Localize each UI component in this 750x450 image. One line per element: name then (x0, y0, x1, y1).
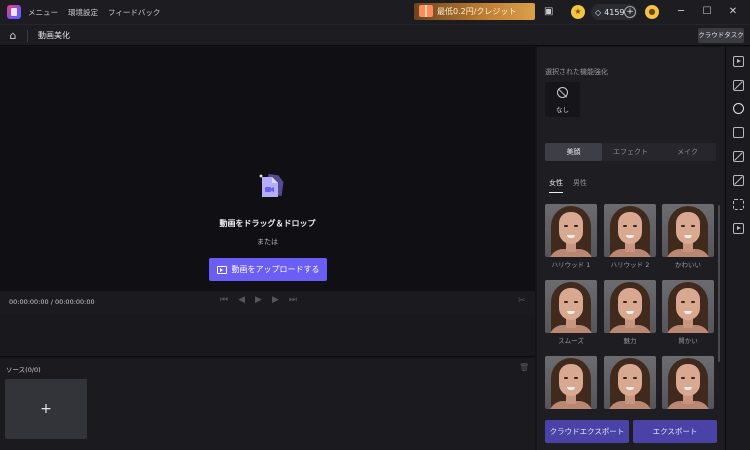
step-forward-icon[interactable]: ▶ (272, 295, 279, 305)
preset-label: ハリウッド 2 (610, 261, 650, 269)
video-drop-zone[interactable]: 動画をドラッグ＆ドロップ または 動画をアップロードする (0, 47, 535, 291)
preset-label: かわいい (675, 261, 701, 269)
diamond-icon: ◇ (595, 7, 602, 17)
title-bar: メニュー 環境設定 フィードバック 最低0.2円/クレジット ▣ ★ ◇ 415… (0, 0, 750, 24)
feature-tabs: 美顔 エフェクト メイク (545, 143, 716, 161)
promo-banner[interactable]: 最低0.2円/クレジット (414, 3, 535, 20)
layout-tool-icon[interactable] (733, 127, 744, 138)
menu-item-preferences[interactable]: 環境設定 (68, 7, 98, 18)
drop-title: 動画をドラッグ＆ドロップ (219, 219, 316, 228)
preset-thumbnail (662, 356, 714, 409)
preset-label: 魅力 (623, 337, 637, 345)
skip-forward-icon[interactable]: ⏭ (289, 295, 297, 305)
preset-thumbnail (604, 356, 656, 409)
menu-item-feedback[interactable]: フィードバック (108, 7, 160, 18)
select-tool-icon[interactable] (733, 199, 744, 210)
coin-icon[interactable]: ★ (571, 5, 585, 19)
source-panel: ソース(0/0) 🗑 + (0, 358, 535, 450)
sub-header: ⌂ 動画美化 クラウドタスク (0, 24, 750, 46)
step-back-icon[interactable]: ◀ (238, 295, 245, 305)
playback-bar: 00:00:00:00 / 00:00:00:00 ⏮ ◀ ▶ ▶ ⏭ ✂ (0, 291, 535, 313)
preset-thumbnail (604, 280, 656, 333)
edit-tool-icon[interactable] (733, 80, 744, 91)
preset-card[interactable] (662, 356, 714, 409)
beauty-tool-icon[interactable] (733, 103, 744, 114)
tab-makeup[interactable]: メイク (659, 143, 716, 161)
play-icon[interactable]: ▶ (255, 295, 262, 305)
preset-card[interactable]: かわいい (662, 204, 714, 273)
preset-label: ハリウッド 1 (551, 261, 591, 269)
playback-tool-icon[interactable] (733, 223, 744, 234)
gift-icon (419, 5, 433, 17)
add-source-button[interactable]: + (5, 379, 87, 439)
home-icon[interactable]: ⌂ (6, 29, 20, 43)
transport-controls: ⏮ ◀ ▶ ▶ ⏭ (220, 295, 297, 305)
avatar[interactable]: ● (645, 5, 659, 19)
close-icon[interactable]: ✕ (723, 0, 743, 24)
tab-female[interactable]: 女性 (549, 178, 563, 193)
preset-thumbnail (604, 204, 656, 257)
credits-count: 4159 (604, 7, 625, 17)
timeline-track[interactable] (0, 313, 535, 357)
menu-item-menu[interactable]: メニュー (28, 7, 58, 18)
tool-rail (725, 47, 750, 450)
preset-card[interactable]: 魅力 (604, 280, 656, 349)
credits-display[interactable]: ◇ 4159 + (591, 4, 637, 20)
tab-beauty[interactable]: 美顔 (545, 143, 602, 161)
enhancement-panel: 選択された機能強化 なし 美顔 エフェクト メイク 女性 男性 ハリウッド 1ハ… (537, 47, 725, 450)
promo-text: 最低0.2円/クレジット (437, 7, 517, 16)
preset-thumbnail (662, 204, 714, 257)
cloud-task-button[interactable]: クラウドタスク (698, 28, 744, 43)
preset-thumbnail (545, 356, 597, 409)
trash-icon[interactable]: 🗑 (519, 363, 529, 372)
none-label: なし (556, 106, 569, 114)
source-title: ソース(0/0) (6, 366, 41, 374)
gender-tabs: 女性 男性 (549, 178, 587, 193)
message-icon[interactable]: ▣ (544, 0, 553, 24)
tab-male[interactable]: 男性 (573, 178, 587, 191)
selected-enhancement-title: 選択された機能強化 (545, 68, 608, 76)
eraser-tool-icon[interactable] (733, 175, 744, 186)
video-play-icon (216, 265, 227, 274)
skip-back-icon[interactable]: ⏮ (220, 295, 228, 305)
export-button[interactable]: エクスポート (633, 420, 717, 443)
preset-card[interactable]: 賢かい (662, 280, 714, 349)
tab-effects[interactable]: エフェクト (602, 143, 659, 161)
time-display: 00:00:00:00 / 00:00:00:00 (9, 298, 95, 306)
page-title: 動画美化 (38, 31, 70, 40)
pen-tool-icon[interactable] (733, 151, 744, 162)
upload-video-label: 動画をアップロードする (231, 265, 320, 274)
video-tool-icon[interactable] (733, 56, 744, 67)
divider (27, 30, 28, 42)
minimize-icon[interactable]: ─ (671, 0, 691, 24)
scissors-icon[interactable]: ✂ (518, 296, 526, 306)
none-option[interactable]: なし (545, 82, 580, 117)
ban-icon (557, 87, 568, 98)
upload-video-button[interactable]: 動画をアップロードする (209, 258, 327, 281)
preset-card[interactable]: ハリウッド 1 (545, 204, 597, 273)
cloud-export-button[interactable]: クラウドエクスポート (545, 420, 629, 443)
preset-card[interactable]: ハリウッド 2 (604, 204, 656, 273)
main-menu: メニュー 環境設定 フィードバック (28, 0, 160, 24)
preset-scrollbar[interactable] (718, 205, 720, 362)
preset-thumbnail (545, 204, 597, 257)
preset-label: スムーズ (558, 337, 584, 345)
video-file-icon (259, 173, 284, 197)
preset-thumbnail (545, 280, 597, 333)
preset-grid: ハリウッド 1 ハリウッド 2 かわいいスムーズ 魅力 賢かい (545, 204, 716, 409)
app-logo-icon (7, 5, 21, 19)
maximize-icon[interactable]: ☐ (697, 0, 717, 24)
preset-card[interactable] (604, 356, 656, 409)
preset-card[interactable]: スムーズ (545, 280, 597, 349)
add-credits-button[interactable]: + (624, 6, 636, 18)
or-text: または (257, 238, 278, 246)
preset-card[interactable] (545, 356, 597, 409)
preset-thumbnail (662, 280, 714, 333)
preset-label: 賢かい (678, 337, 698, 345)
